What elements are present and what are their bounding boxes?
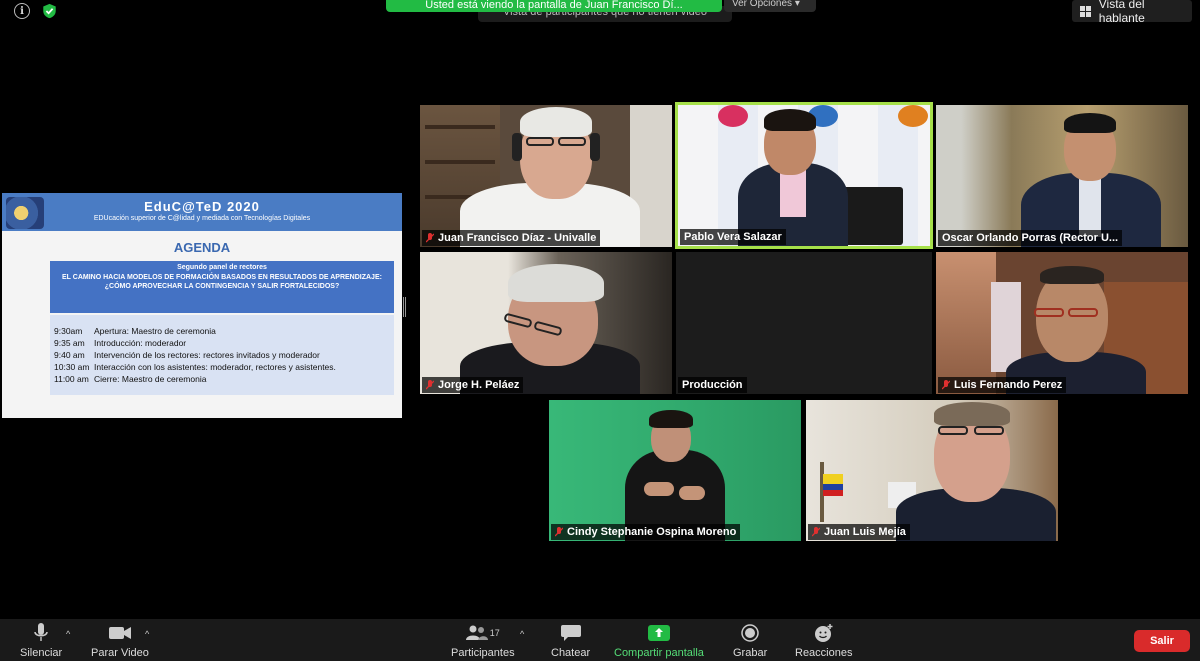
chat-bubble-icon xyxy=(560,623,581,643)
share-screen-icon xyxy=(647,623,670,643)
participant-label: Oscar Orlando Porras (Rector U... xyxy=(938,230,1123,246)
mic-muted-icon xyxy=(812,526,820,536)
shield-check-icon[interactable] xyxy=(42,3,57,19)
mute-button[interactable]: Silenciar xyxy=(20,623,62,659)
participant-name: Juan Francisco Díaz - Univalle xyxy=(438,232,597,244)
record-icon xyxy=(741,623,759,643)
view-options-button[interactable]: Ver Opciones ▾ xyxy=(724,0,816,12)
info-icon[interactable]: i xyxy=(14,3,30,19)
agenda-item: 11:00 am Cierre: Maestro de ceremonia xyxy=(54,373,390,385)
video-scene xyxy=(549,400,801,541)
mute-options-caret[interactable]: ^ xyxy=(66,629,74,639)
share-screen-button[interactable]: Compartir pantalla xyxy=(614,623,704,659)
agenda-text: Cierre: Maestro de ceremonia xyxy=(94,374,207,384)
reaction-smiley-icon xyxy=(814,623,834,643)
video-scene xyxy=(678,105,930,246)
video-tile[interactable]: Jorge H. Peláez xyxy=(420,252,672,394)
participant-label: Juan Francisco Díaz - Univalle xyxy=(422,230,601,246)
shared-screen: EduC@TeD 2020 EDUcación superior de C@li… xyxy=(2,193,402,418)
share-banner: Usted está viendo la pantalla de Juan Fr… xyxy=(386,0,722,12)
participant-label: Luis Fernando Perez xyxy=(938,377,1067,393)
participant-name: Juan Luis Mejía xyxy=(824,526,906,538)
participant-label: Producción xyxy=(678,377,747,393)
agenda-item: 9:35 am Introducción: moderador xyxy=(54,337,390,349)
participant-name: Luis Fernando Perez xyxy=(954,379,1063,391)
participant-label: Jorge H. Peláez xyxy=(422,377,524,393)
share-label: Compartir pantalla xyxy=(614,647,704,659)
participant-name: Jorge H. Peláez xyxy=(438,379,520,391)
grid-icon xyxy=(1080,5,1091,17)
participant-name: Pablo Vera Salazar xyxy=(684,231,782,243)
agenda-item: 10:30 am Interacción con los asistentes: … xyxy=(54,361,390,373)
top-left-icons: i xyxy=(14,3,57,19)
video-tile[interactable]: Oscar Orlando Porras (Rector U... xyxy=(936,105,1188,247)
agenda-time: 9:30am xyxy=(54,326,83,336)
agenda-text: Apertura: Maestro de ceremonia xyxy=(94,326,216,336)
participant-name: Oscar Orlando Porras (Rector U... xyxy=(942,232,1119,244)
mic-muted-icon xyxy=(426,232,434,242)
chat-label: Chatear xyxy=(551,647,591,659)
video-scene xyxy=(936,105,1188,247)
panel-title: Segundo panel de rectores xyxy=(177,264,267,271)
video-scene xyxy=(420,105,672,247)
participant-name: Producción xyxy=(682,379,743,391)
slide-agenda-heading: AGENDA xyxy=(173,240,231,255)
mic-muted-icon xyxy=(426,379,434,389)
mic-muted-icon xyxy=(942,379,950,389)
video-tile[interactable]: Producción xyxy=(676,252,932,394)
reactions-label: Reacciones xyxy=(795,647,853,659)
reactions-button[interactable]: Reacciones xyxy=(795,623,852,659)
meeting-toolbar: Silenciar ^ Parar Video ^ 17 Participant… xyxy=(0,619,1200,661)
agenda-text: Interacción con los asistentes: moderado… xyxy=(94,362,336,372)
slide-header: EduC@TeD 2020 EDUcación superior de C@li… xyxy=(2,193,402,231)
participants-options-caret[interactable]: ^ xyxy=(520,629,528,639)
participant-name: Cindy Stephanie Ospina Moreno xyxy=(567,526,737,538)
video-options-caret[interactable]: ^ xyxy=(145,629,153,639)
video-tile[interactable]: Juan Francisco Díaz - Univalle xyxy=(420,105,672,247)
participants-label: Participantes xyxy=(451,647,515,659)
video-label: Parar Video xyxy=(91,647,149,659)
agenda-list: 9:30am Apertura: Maestro de ceremonia 9:3… xyxy=(50,315,394,395)
video-scene xyxy=(806,400,1058,541)
video-tile-active-speaker[interactable]: Pablo Vera Salazar xyxy=(675,102,933,249)
agenda-item: 9:30am Apertura: Maestro de ceremonia xyxy=(54,325,390,337)
agenda-time: 9:40 am xyxy=(54,350,85,360)
participant-label: Pablo Vera Salazar xyxy=(680,229,786,245)
agenda-item: 9:40 am Intervención de los rectores: rec… xyxy=(54,349,390,361)
video-tile[interactable]: Luis Fernando Perez xyxy=(936,252,1188,394)
mute-label: Silenciar xyxy=(20,647,63,659)
slide-panel-header: Segundo panel de rectores EL CAMINO HACI… xyxy=(50,261,394,313)
agenda-text: Introducción: moderador xyxy=(94,338,187,348)
panel-text: EL CAMINO HACIA MODELOS DE FORMACIÓN BAS… xyxy=(62,274,382,290)
agenda-text: Intervención de los rectores: rectores i… xyxy=(94,350,320,360)
video-tile[interactable]: Cindy Stephanie Ospina Moreno xyxy=(549,400,801,541)
microphone-icon xyxy=(34,623,48,643)
slide-title: EduC@TeD 2020 xyxy=(144,199,260,214)
participant-label: Cindy Stephanie Ospina Moreno xyxy=(551,524,741,540)
video-camera-icon xyxy=(108,623,131,643)
speaker-view-label: Vista del hablante xyxy=(1098,0,1145,25)
agenda-time: 9:35 am xyxy=(54,338,85,348)
slide-subtitle: EDUcación superior de C@lidad y mediada … xyxy=(93,215,311,222)
video-scene xyxy=(936,252,1188,394)
stop-video-button[interactable]: Parar Video xyxy=(91,623,149,659)
video-scene xyxy=(420,252,672,394)
chat-button[interactable]: Chatear xyxy=(551,623,590,659)
speaker-view-button[interactable]: Vista del hablante xyxy=(1072,0,1192,25)
participants-icon: 17 xyxy=(465,623,500,643)
mic-muted-icon xyxy=(555,526,563,536)
record-label: Grabar xyxy=(733,647,768,659)
video-tile[interactable]: Juan Luis Mejía xyxy=(806,400,1058,541)
participants-count: 17 xyxy=(489,628,500,638)
participants-button[interactable]: 17 Participantes xyxy=(451,623,515,659)
split-resize-handle[interactable] xyxy=(403,297,406,317)
leave-meeting-button[interactable]: Salir xyxy=(1134,630,1190,652)
participant-label: Juan Luis Mejía xyxy=(808,524,910,540)
record-button[interactable]: Grabar xyxy=(733,623,767,659)
